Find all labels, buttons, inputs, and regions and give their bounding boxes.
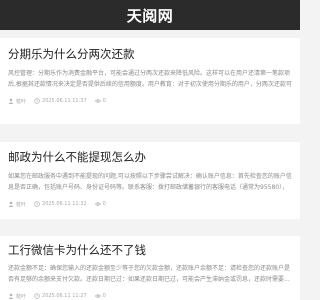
article-date: 2025.06.11 11:27 (34, 293, 87, 299)
article-views: 0 (94, 98, 106, 104)
site-header: 天阅网 (0, 0, 300, 30)
views-count: 0 (102, 293, 106, 299)
clock-icon (34, 293, 40, 299)
article-excerpt: 如果您在邮政服务中遇到不能提现的问题,可以按照以下步骤尝试解决：确认账户信息：首… (8, 173, 292, 191)
date-text: 2025.06.11 11:32 (42, 201, 87, 207)
article-views: 0 (94, 201, 106, 207)
article-card[interactable]: 分期乐为什么分两次还款 风控管理：分期乐作为消费金融平台，可能会通过分两次还款来… (0, 38, 300, 124)
user-icon (8, 98, 14, 104)
article-excerpt: 还款金额不足：确保您输入的还款金额至少等于您的欠款金额，还款账户余额不足：请检查… (8, 265, 291, 283)
article-title[interactable]: 分期乐为什么分两次还款 (8, 38, 292, 61)
eye-icon (94, 293, 101, 299)
article-card[interactable]: 工行微信卡为什么还不了钱 还款金额不足：确保您输入的还款金额至少等于您的欠款金额… (0, 236, 300, 300)
article-meta: 枕叶 2025.06.11 11:27 0 (8, 291, 292, 300)
date-text: 2025.06.11 11:37 (42, 98, 87, 104)
article-card[interactable]: 邮政为什么不能提现怎么办 如果您在邮政服务中遇到不能提现的问题,可以按照以下步骤… (0, 142, 300, 219)
views-count: 0 (102, 98, 106, 104)
views-count: 0 (102, 201, 106, 207)
clock-icon (34, 98, 40, 104)
article-views: 0 (94, 293, 106, 299)
author-name[interactable]: 枕叶 (16, 201, 26, 208)
article-date: 2025.06.11 11:37 (34, 98, 87, 104)
clock-icon (34, 201, 40, 207)
eye-icon (94, 98, 101, 104)
author-name[interactable]: 枕叶 (16, 98, 26, 105)
article-meta: 枕叶 2025.06.11 11:32 0 (8, 199, 292, 209)
article-author: 枕叶 (8, 293, 26, 300)
article-author: 枕叶 (8, 201, 26, 208)
date-text: 2025.06.11 11:27 (42, 293, 87, 299)
article-excerpt: 风控管理：分期乐作为消费金融平台，可能会通过分两次还款来降低风险。这样可以在用户… (8, 70, 292, 88)
article-date: 2025.06.11 11:32 (34, 201, 87, 207)
article-title[interactable]: 邮政为什么不能提现怎么办 (8, 142, 292, 164)
site-logo[interactable]: 天阅网 (127, 5, 174, 26)
article-meta: 枕叶 2025.06.11 11:37 0 (8, 96, 292, 106)
eye-icon (94, 201, 101, 207)
page: 天阅网 分期乐为什么分两次还款 风控管理：分期乐作为消费金融平台，可能会通过分两… (0, 0, 300, 300)
author-name[interactable]: 枕叶 (16, 293, 26, 300)
article-author: 枕叶 (8, 98, 26, 105)
user-icon (8, 293, 14, 299)
article-title[interactable]: 工行微信卡为什么还不了钱 (8, 236, 292, 257)
user-icon (8, 201, 14, 207)
